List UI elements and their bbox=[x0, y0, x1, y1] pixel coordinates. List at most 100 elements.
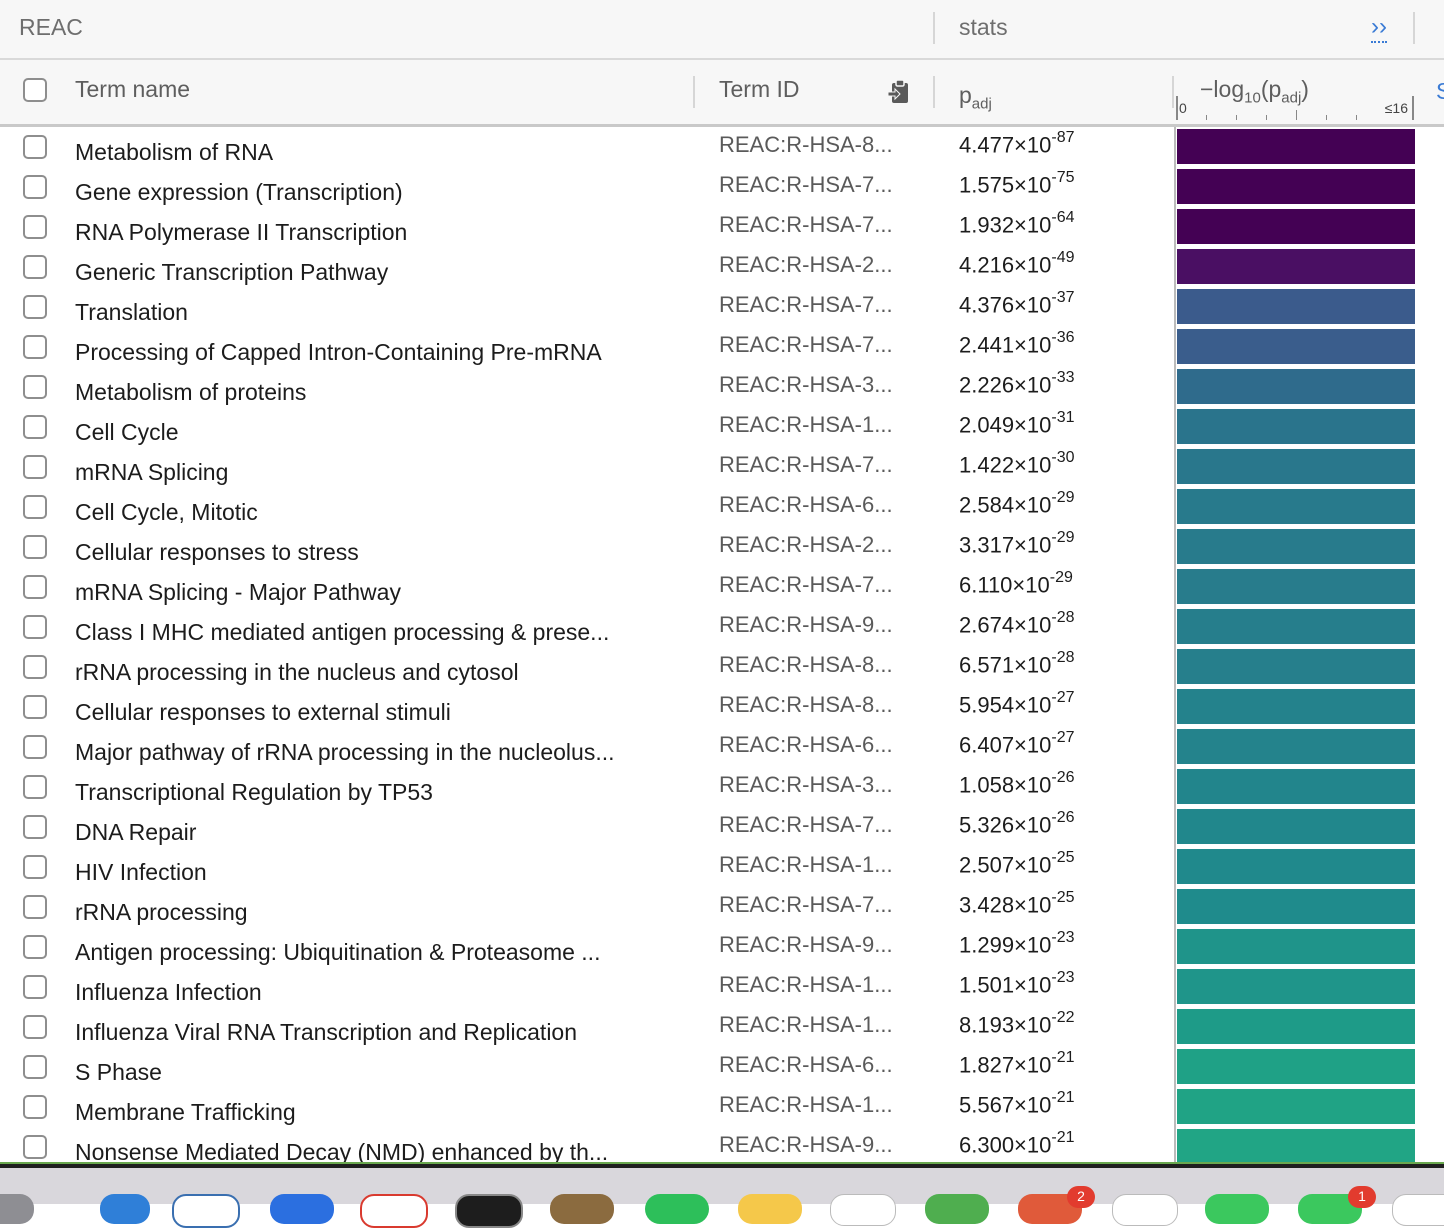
header-divider[interactable] bbox=[693, 76, 695, 108]
table-row[interactable]: Metabolism of RNA REAC:R-HSA-8... 4.477×10… bbox=[0, 127, 1444, 167]
table-row[interactable]: mRNA Splicing - Major Pathway REAC:R-HSA-… bbox=[0, 567, 1444, 607]
cut-off-column-header[interactable]: S bbox=[1436, 78, 1444, 105]
header-divider[interactable] bbox=[1172, 76, 1174, 108]
dock-app-icon[interactable] bbox=[455, 1194, 523, 1228]
term-name[interactable]: Influenza Viral RNA Transcription and Re… bbox=[75, 1019, 577, 1046]
row-checkbox[interactable] bbox=[23, 135, 47, 159]
table-row[interactable]: S Phase REAC:R-HSA-6... 1.827×10-21 bbox=[0, 1047, 1444, 1087]
table-row[interactable]: Cell Cycle REAC:R-HSA-1... 2.049×10-31 bbox=[0, 407, 1444, 447]
term-id-link[interactable]: REAC:R-HSA-6... bbox=[719, 1052, 893, 1078]
padj-header[interactable]: padj bbox=[959, 82, 992, 113]
select-all-checkbox[interactable] bbox=[23, 78, 47, 102]
table-row[interactable]: Gene expression (Transcription) REAC:R-HS… bbox=[0, 167, 1444, 207]
significance-bar[interactable] bbox=[1177, 329, 1415, 364]
row-checkbox[interactable] bbox=[23, 575, 47, 599]
row-checkbox[interactable] bbox=[23, 215, 47, 239]
dock-app-icon[interactable] bbox=[550, 1194, 614, 1224]
dock-app-icon[interactable] bbox=[645, 1194, 709, 1224]
term-id-link[interactable]: REAC:R-HSA-6... bbox=[719, 732, 893, 758]
term-id-link[interactable]: REAC:R-HSA-2... bbox=[719, 252, 893, 278]
significance-bar[interactable] bbox=[1177, 369, 1415, 404]
term-name[interactable]: Transcriptional Regulation by TP53 bbox=[75, 779, 433, 806]
term-name[interactable]: Gene expression (Transcription) bbox=[75, 179, 403, 206]
row-checkbox[interactable] bbox=[23, 1135, 47, 1159]
significance-bar[interactable] bbox=[1177, 889, 1415, 924]
table-row[interactable]: RNA Polymerase II Transcription REAC:R-HS… bbox=[0, 207, 1444, 247]
table-row[interactable]: DNA Repair REAC:R-HSA-7... 5.326×10-26 bbox=[0, 807, 1444, 847]
significance-bar[interactable] bbox=[1177, 769, 1415, 804]
significance-bar[interactable] bbox=[1177, 1049, 1415, 1084]
table-row[interactable]: Influenza Infection REAC:R-HSA-1... 1.501×… bbox=[0, 967, 1444, 1007]
expand-columns-button[interactable]: ›› bbox=[1371, 13, 1387, 43]
term-id-link[interactable]: REAC:R-HSA-3... bbox=[719, 772, 893, 798]
table-row[interactable]: rRNA processing REAC:R-HSA-7... 3.428×10-2… bbox=[0, 887, 1444, 927]
table-row[interactable]: Metabolism of proteins REAC:R-HSA-3... 2.2… bbox=[0, 367, 1444, 407]
table-row[interactable]: Membrane Trafficking REAC:R-HSA-1... 5.567… bbox=[0, 1087, 1444, 1127]
term-id-link[interactable]: REAC:R-HSA-7... bbox=[719, 892, 893, 918]
significance-bar[interactable] bbox=[1177, 489, 1415, 524]
term-name[interactable]: Generic Transcription Pathway bbox=[75, 259, 388, 286]
significance-bar[interactable] bbox=[1177, 729, 1415, 764]
dock-app-icon[interactable] bbox=[360, 1194, 428, 1228]
table-row[interactable]: Influenza Viral RNA Transcription and Re… bbox=[0, 1007, 1444, 1047]
table-row[interactable]: HIV Infection REAC:R-HSA-1... 2.507×10-25 bbox=[0, 847, 1444, 887]
term-name[interactable]: Major pathway of rRNA processing in the … bbox=[75, 739, 615, 766]
row-checkbox[interactable] bbox=[23, 1055, 47, 1079]
row-checkbox[interactable] bbox=[23, 1095, 47, 1119]
term-name[interactable]: RNA Polymerase II Transcription bbox=[75, 219, 407, 246]
table-row[interactable]: Class I MHC mediated antigen processing … bbox=[0, 607, 1444, 647]
term-name[interactable]: Metabolism of proteins bbox=[75, 379, 306, 406]
term-name[interactable]: Antigen processing: Ubiquitination & Pro… bbox=[75, 939, 600, 966]
term-id-link[interactable]: REAC:R-HSA-8... bbox=[719, 132, 893, 158]
term-id-link[interactable]: REAC:R-HSA-9... bbox=[719, 1132, 893, 1158]
table-row[interactable]: mRNA Splicing REAC:R-HSA-7... 1.422×10-30 bbox=[0, 447, 1444, 487]
row-checkbox[interactable] bbox=[23, 415, 47, 439]
term-name[interactable]: Membrane Trafficking bbox=[75, 1099, 296, 1126]
term-id-link[interactable]: REAC:R-HSA-7... bbox=[719, 332, 893, 358]
term-id-link[interactable]: REAC:R-HSA-3... bbox=[719, 372, 893, 398]
table-row[interactable]: Cellular responses to stress REAC:R-HSA-2… bbox=[0, 527, 1444, 567]
table-row[interactable]: Transcriptional Regulation by TP53 REAC:R… bbox=[0, 767, 1444, 807]
dock-app-icon[interactable] bbox=[830, 1194, 896, 1226]
term-name[interactable]: mRNA Splicing bbox=[75, 459, 228, 486]
table-row[interactable]: Major pathway of rRNA processing in the … bbox=[0, 727, 1444, 767]
term-id-link[interactable]: REAC:R-HSA-7... bbox=[719, 292, 893, 318]
term-id-link[interactable]: REAC:R-HSA-7... bbox=[719, 452, 893, 478]
table-row[interactable]: Cellular responses to external stimuli RE… bbox=[0, 687, 1444, 727]
significance-bar[interactable] bbox=[1177, 129, 1415, 164]
row-checkbox[interactable] bbox=[23, 615, 47, 639]
significance-bar[interactable] bbox=[1177, 449, 1415, 484]
term-id-link[interactable]: REAC:R-HSA-2... bbox=[719, 532, 893, 558]
row-checkbox[interactable] bbox=[23, 255, 47, 279]
dock-app-icon[interactable] bbox=[1112, 1194, 1178, 1226]
significance-bar[interactable] bbox=[1177, 609, 1415, 644]
row-checkbox[interactable] bbox=[23, 895, 47, 919]
significance-bar[interactable] bbox=[1177, 289, 1415, 324]
row-checkbox[interactable] bbox=[23, 535, 47, 559]
significance-bar[interactable] bbox=[1177, 529, 1415, 564]
row-checkbox[interactable] bbox=[23, 455, 47, 479]
dock-app-icon[interactable] bbox=[100, 1194, 150, 1224]
term-id-link[interactable]: REAC:R-HSA-1... bbox=[719, 1092, 893, 1118]
term-id-link[interactable]: REAC:R-HSA-8... bbox=[719, 692, 893, 718]
dock-app-icon[interactable] bbox=[1392, 1194, 1444, 1226]
term-name[interactable]: Cell Cycle, Mitotic bbox=[75, 499, 258, 526]
term-id-link[interactable]: REAC:R-HSA-1... bbox=[719, 1012, 893, 1038]
significance-bar[interactable] bbox=[1177, 1089, 1415, 1124]
term-name[interactable]: DNA Repair bbox=[75, 819, 196, 846]
row-checkbox[interactable] bbox=[23, 735, 47, 759]
dock-app-icon[interactable] bbox=[925, 1194, 989, 1224]
term-id-link[interactable]: REAC:R-HSA-1... bbox=[719, 972, 893, 998]
significance-bar[interactable] bbox=[1177, 169, 1415, 204]
term-name[interactable]: Nonsense Mediated Decay (NMD) enhanced b… bbox=[75, 1139, 608, 1164]
row-checkbox[interactable] bbox=[23, 495, 47, 519]
significance-bar[interactable] bbox=[1177, 809, 1415, 844]
significance-bar[interactable] bbox=[1177, 849, 1415, 884]
term-name[interactable]: Cellular responses to external stimuli bbox=[75, 699, 451, 726]
term-name[interactable]: Cellular responses to stress bbox=[75, 539, 359, 566]
significance-bar[interactable] bbox=[1177, 929, 1415, 964]
header-divider[interactable] bbox=[933, 76, 935, 108]
row-checkbox[interactable] bbox=[23, 175, 47, 199]
row-checkbox[interactable] bbox=[23, 855, 47, 879]
term-name[interactable]: Influenza Infection bbox=[75, 979, 262, 1006]
